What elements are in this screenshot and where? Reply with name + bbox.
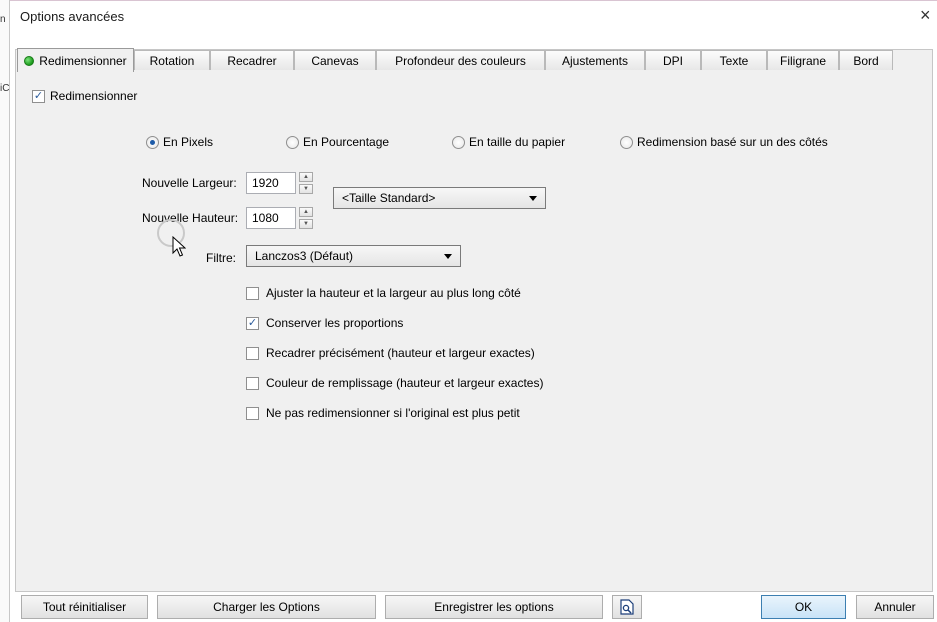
- tab-recadrer[interactable]: Recadrer: [210, 50, 294, 70]
- option-conserver-proportions-checkbox[interactable]: ✓: [246, 317, 259, 330]
- background-text-fragment: iC: [0, 83, 10, 94]
- radio-en-pourcentage[interactable]: [286, 136, 299, 149]
- height-stepper[interactable]: ▲ ▼: [299, 207, 313, 229]
- radio-label-en-pourcentage: En Pourcentage: [303, 135, 390, 149]
- resize-enable-label: Redimensionner: [50, 89, 138, 103]
- load-options-button[interactable]: Charger les Options: [157, 595, 376, 619]
- preview-button[interactable]: [612, 595, 642, 619]
- option-conserver-proportions-label: Conserver les proportions: [266, 316, 404, 330]
- radio-label-taille-papier: En taille du papier: [469, 135, 566, 149]
- save-options-button[interactable]: Enregistrer les options: [385, 595, 603, 619]
- preview-icon: [620, 599, 634, 615]
- option-couleur-remplissage-checkbox[interactable]: [246, 377, 259, 390]
- height-label: Nouvelle Hauteur:: [142, 211, 239, 225]
- tab-profondeur-couleurs[interactable]: Profondeur des couleurs: [376, 50, 545, 70]
- resize-enable-checkbox[interactable]: ✓: [32, 90, 45, 103]
- ok-button[interactable]: OK: [761, 595, 846, 619]
- radio-taille-papier[interactable]: [452, 136, 465, 149]
- radio-en-pixels[interactable]: [146, 136, 159, 149]
- spin-down-icon[interactable]: ▼: [299, 219, 313, 229]
- tab-dpi[interactable]: DPI: [645, 50, 701, 70]
- tab-canevas[interactable]: Canevas: [294, 50, 376, 70]
- width-stepper[interactable]: ▲ ▼: [299, 172, 313, 194]
- option-ne-pas-redimensionner-checkbox[interactable]: [246, 407, 259, 420]
- width-label: Nouvelle Largeur:: [142, 176, 237, 190]
- option-couleur-remplissage-label: Couleur de remplissage (hauteur et large…: [266, 376, 544, 390]
- tab-filigrane[interactable]: Filigrane: [767, 50, 839, 70]
- chevron-down-icon: [444, 254, 452, 259]
- tab-redimensionner[interactable]: Redimensionner: [17, 48, 134, 72]
- spin-up-icon[interactable]: ▲: [299, 207, 313, 217]
- option-recadrer-label: Recadrer précisément (hauteur et largeur…: [266, 346, 535, 360]
- option-recadrer-checkbox[interactable]: [246, 347, 259, 360]
- option-ajuster-label: Ajuster la hauteur et la largeur au plus…: [266, 286, 521, 300]
- option-ajuster-checkbox[interactable]: [246, 287, 259, 300]
- reset-all-button[interactable]: Tout réinitialiser: [21, 595, 148, 619]
- radio-base-cote[interactable]: [620, 136, 633, 149]
- dialog-titlebar: [10, 0, 937, 31]
- chevron-down-icon: [529, 196, 537, 201]
- option-ne-pas-redimensionner-label: Ne pas redimensionner si l'original est …: [266, 406, 520, 420]
- filter-select[interactable]: Lanczos3 (Défaut): [246, 245, 461, 267]
- dialog-body: [15, 49, 933, 592]
- radio-label-en-pixels: En Pixels: [163, 135, 214, 149]
- mouse-pointer-icon: [172, 236, 186, 257]
- active-dot-icon: [24, 55, 35, 66]
- cancel-button[interactable]: Annuler: [856, 595, 934, 619]
- radio-label-base-cote: Redimension basé sur un des côtés: [637, 135, 828, 149]
- standard-size-select[interactable]: <Taille Standard>: [333, 187, 546, 209]
- dialog-title: Options avancées: [20, 9, 125, 24]
- width-input[interactable]: 1920: [246, 172, 296, 194]
- tab-bord[interactable]: Bord: [839, 50, 893, 70]
- height-input[interactable]: 1080: [246, 207, 296, 229]
- background-text-fragment: n: [0, 14, 6, 25]
- tab-rotation[interactable]: Rotation: [134, 50, 210, 70]
- tab-texte[interactable]: Texte: [701, 50, 767, 70]
- filter-label: Filtre:: [206, 251, 236, 265]
- spin-down-icon[interactable]: ▼: [299, 184, 313, 194]
- tab-ajustements[interactable]: Ajustements: [545, 50, 645, 70]
- close-icon[interactable]: ×: [920, 6, 931, 24]
- spin-up-icon[interactable]: ▲: [299, 172, 313, 182]
